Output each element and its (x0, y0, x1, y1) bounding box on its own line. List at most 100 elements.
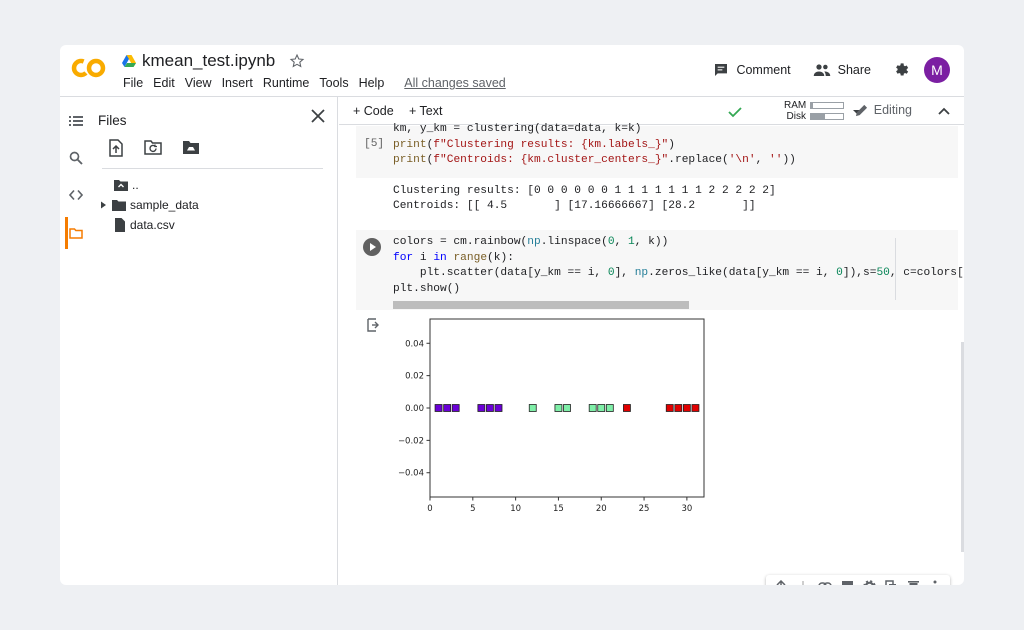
colab-logo[interactable] (71, 57, 107, 79)
data-point (665, 404, 674, 412)
refresh-folder-icon[interactable] (144, 139, 162, 155)
add-text-label: + Text (409, 104, 443, 118)
data-point (443, 404, 452, 412)
save-status-link[interactable]: All changes saved (399, 76, 510, 90)
files-panel: Files .. sample_data data.csv (88, 97, 338, 585)
notebook-area: + Code + Text RAM Disk Editing [5] km, y… (339, 97, 964, 585)
data-point (528, 404, 537, 412)
disk-label: Disk (786, 111, 806, 122)
notebook-toolbar: + Code + Text RAM Disk Editing (339, 97, 964, 125)
delete-trash-icon[interactable] (902, 577, 924, 585)
star-icon[interactable] (289, 53, 305, 69)
menu-insert[interactable]: Insert (217, 76, 258, 90)
x-tick-label: 30 (681, 504, 692, 514)
x-tick-label: 5 (470, 504, 475, 514)
search-icon[interactable] (69, 151, 83, 165)
table-of-contents-icon[interactable] (69, 114, 83, 128)
settings-gear-icon[interactable] (858, 577, 880, 585)
files-active-indicator (65, 217, 68, 249)
cell-output-text: Clustering results: [0 0 0 0 0 0 1 1 1 1… (393, 184, 776, 214)
resources-indicator[interactable]: RAM Disk (784, 100, 844, 122)
comment-icon[interactable] (836, 577, 858, 585)
folder-icon (112, 200, 126, 211)
menu-help[interactable]: Help (354, 76, 390, 90)
left-rail (60, 97, 88, 585)
add-code-button[interactable]: + Code (353, 104, 394, 118)
ram-bar-fill (811, 103, 813, 108)
code-editor[interactable]: colors = cm.rainbow(np.linspace(0, 1, k)… (393, 235, 964, 297)
menu-runtime[interactable]: Runtime (258, 76, 315, 90)
data-point (691, 404, 700, 412)
code-cell-plot[interactable]: colors = cm.rainbow(np.linspace(0, 1, k)… (356, 230, 964, 310)
disk-bar-fill (811, 114, 826, 119)
execution-count: [5] (364, 138, 385, 150)
more-options-icon[interactable] (924, 577, 946, 585)
tree-item-label: data.csv (130, 218, 175, 232)
tree-item-data-csv[interactable]: data.csv (98, 215, 199, 235)
comment-button[interactable]: Comment (713, 62, 791, 78)
mirror-cell-icon[interactable] (880, 577, 902, 585)
folder-icon[interactable] (69, 226, 83, 240)
data-point (554, 404, 563, 412)
disk-bar (810, 113, 844, 120)
add-code-label: + Code (353, 104, 394, 118)
move-up-icon[interactable] (770, 577, 792, 585)
menu-view[interactable]: View (180, 76, 217, 90)
tree-item-label: sample_data (130, 198, 199, 212)
menu-file[interactable]: File (118, 76, 148, 90)
run-cell-button[interactable] (363, 238, 381, 256)
expand-arrow-icon[interactable] (98, 200, 108, 210)
upload-file-icon[interactable] (108, 139, 124, 157)
files-toolbar-divider (102, 168, 323, 169)
data-point (434, 404, 443, 412)
share-label: Share (837, 63, 871, 77)
data-point (682, 404, 691, 412)
share-button[interactable]: Share (813, 62, 871, 78)
code-snippets-icon[interactable] (69, 188, 83, 202)
colab-window: kmean_test.ipynb File Edit View Insert R… (60, 45, 964, 585)
data-point (605, 404, 614, 412)
notebook-scrollbar[interactable] (961, 342, 964, 552)
close-icon[interactable] (311, 109, 325, 123)
comment-label: Comment (736, 63, 791, 77)
mount-drive-icon[interactable] (182, 139, 200, 155)
code-editor[interactable]: km, y_km = clustering(data=data, k=k) pr… (393, 122, 796, 169)
tree-item-label: .. (132, 178, 139, 192)
tree-item-sample-data[interactable]: sample_data (98, 195, 199, 215)
x-tick-label: 10 (510, 504, 521, 514)
menu-tools[interactable]: Tools (314, 76, 353, 90)
files-panel-title: Files (98, 113, 127, 128)
cell-toolbar (766, 575, 950, 585)
settings-gear-icon[interactable] (893, 62, 910, 79)
move-down-icon[interactable] (792, 577, 814, 585)
data-point (477, 404, 486, 412)
data-point (597, 404, 606, 412)
collapse-header-chevron-icon[interactable] (938, 107, 950, 115)
user-avatar[interactable]: M (924, 57, 950, 83)
add-text-button[interactable]: + Text (409, 104, 442, 118)
data-point (563, 404, 571, 412)
data-point (588, 404, 597, 412)
y-tick-label: 0.02 (405, 372, 424, 382)
tree-item-parent[interactable]: .. (98, 175, 199, 195)
menu-bar: File Edit View Insert Runtime Tools Help… (118, 76, 511, 90)
folder-up-icon (114, 180, 128, 191)
editing-mode-button[interactable]: Editing (855, 103, 912, 117)
avatar-letter: M (931, 62, 943, 78)
code-cell-clustering[interactable]: [5] km, y_km = clustering(data=data, k=k… (356, 123, 958, 178)
share-people-icon (813, 64, 830, 76)
data-point (494, 404, 503, 412)
file-icon (115, 218, 125, 232)
notebook-title[interactable]: kmean_test.ipynb (142, 51, 275, 71)
file-tree: .. sample_data data.csv (98, 175, 199, 235)
drive-icon (122, 55, 136, 67)
output-line: Clustering results: [0 0 0 0 0 0 1 1 1 1… (393, 185, 776, 197)
horizontal-scrollbar[interactable] (393, 301, 689, 309)
pencil-icon (855, 104, 867, 116)
menu-edit[interactable]: Edit (148, 76, 180, 90)
x-tick-label: 25 (639, 504, 650, 514)
data-point (623, 404, 631, 412)
data-point (486, 404, 494, 412)
link-icon[interactable] (814, 577, 836, 585)
data-point (674, 404, 683, 412)
